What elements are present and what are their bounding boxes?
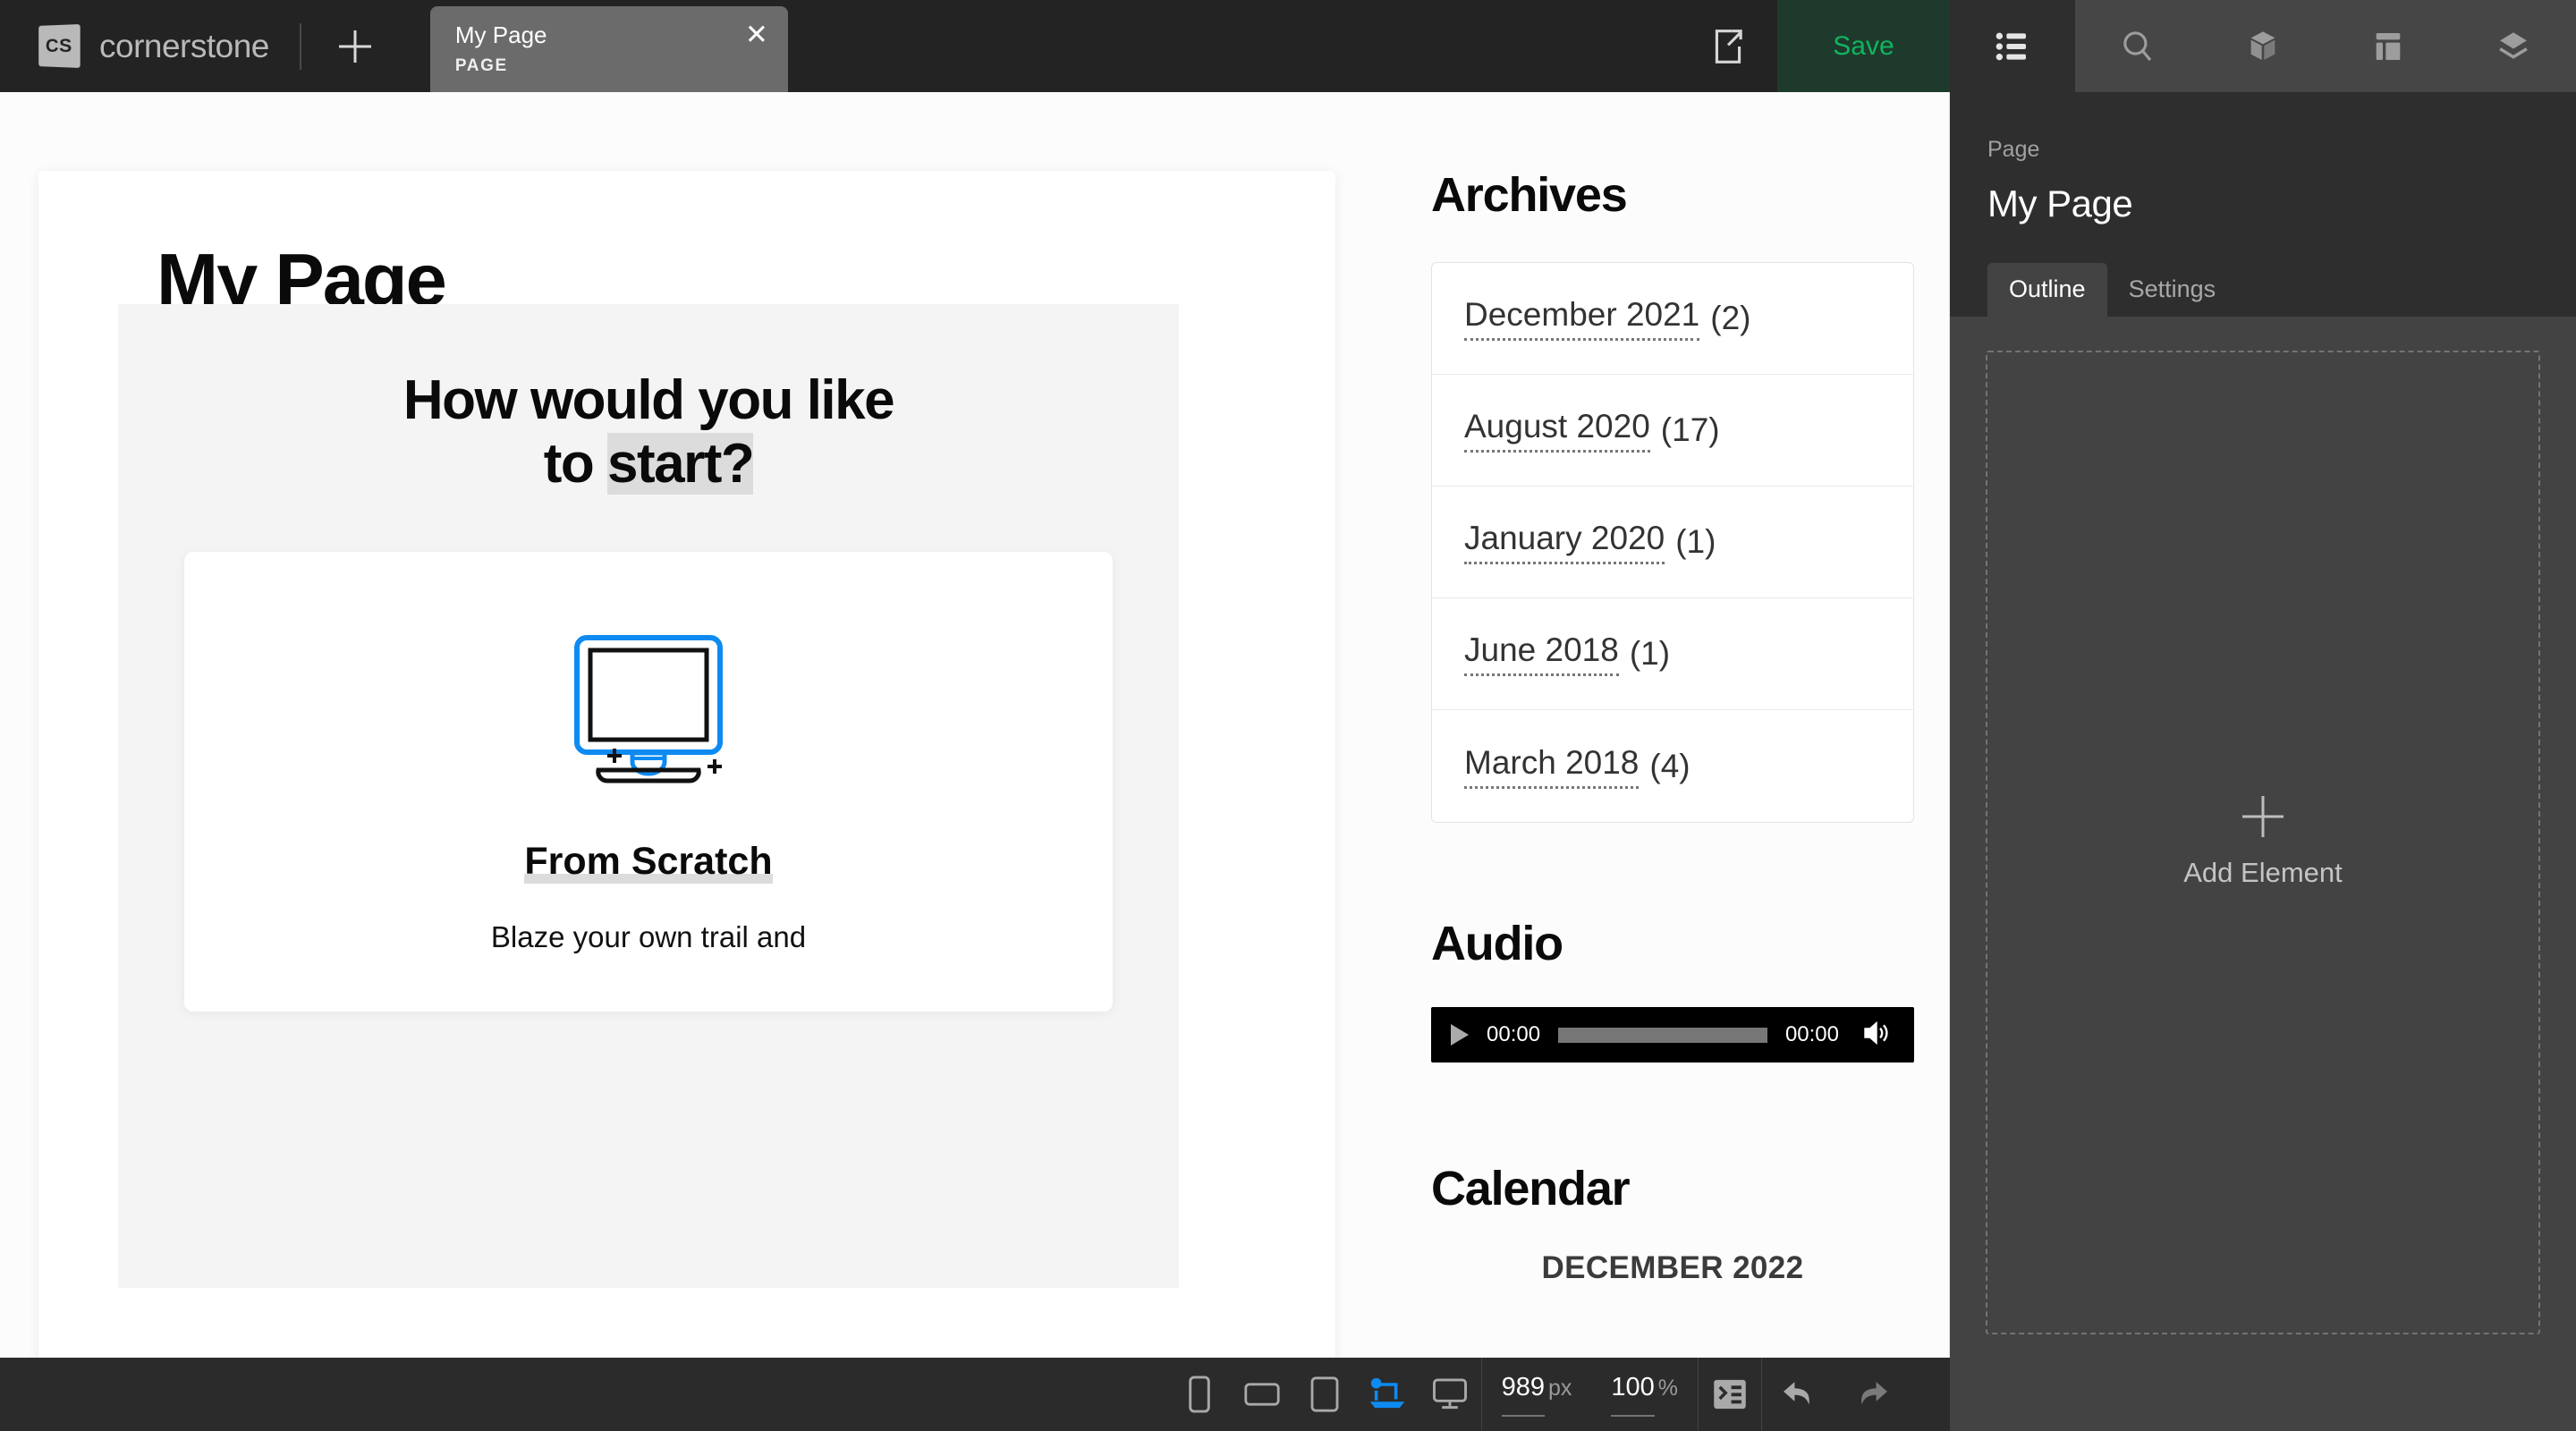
rail-item-search[interactable] (2075, 0, 2200, 92)
audio-progress-track[interactable] (1558, 1027, 1767, 1043)
from-scratch-card[interactable]: From Scratch Blaze your own trail and (184, 551, 1113, 1012)
zoom-value: 100 (1611, 1373, 1655, 1417)
device-laptop-icon[interactable] (1356, 1358, 1419, 1431)
archive-count: (4) (1649, 747, 1690, 784)
zoom-field[interactable]: 100 % (1591, 1373, 1698, 1417)
hero-section: How would you like to start? From Scratc… (118, 304, 1179, 1288)
from-scratch-description: Blaze your own trail and (490, 919, 807, 953)
viewport-controls: 989 px 100 % (1482, 1358, 1698, 1431)
audio-title: Audio (1431, 917, 1563, 970)
archives-list: December 2021 (2) August 2020 (17) Janua… (1431, 262, 1914, 823)
inspector-group (1699, 1358, 1761, 1431)
page-canvas: My Page How would you like to start? Fro… (0, 92, 1950, 1358)
list-item[interactable]: August 2020 (17) (1432, 375, 1913, 487)
audio-player[interactable]: 00:00 00:00 (1431, 1007, 1914, 1063)
viewport-width-field[interactable]: 989 px (1482, 1373, 1592, 1417)
monitor-icon (554, 634, 743, 795)
add-element-label: Add Element (2183, 857, 2343, 888)
calendar-month: DECEMBER 2022 (1541, 1250, 1804, 1285)
hero-question-line1: How would you like (402, 369, 895, 431)
rail-item-elements[interactable] (2200, 0, 2326, 92)
audio-widget: Audio 00:00 00:00 (1431, 919, 1914, 1063)
export-icon[interactable] (1679, 0, 1777, 92)
undo-icon[interactable] (1762, 1358, 1835, 1431)
brand-name: cornerstone (99, 27, 269, 64)
bottom-toolbar: 989 px 100 % (0, 1358, 1950, 1431)
panel-tabs: Outline Settings (1950, 263, 2576, 317)
hero-question-line2a: to (543, 433, 607, 495)
viewport-width-value: 989 (1501, 1373, 1545, 1417)
list-item[interactable]: December 2021 (2) (1432, 263, 1913, 375)
app-root: CS cornerstone My Page PAGE ✕ Save My Pa… (0, 0, 2576, 1431)
hero-question: How would you like to start? (118, 368, 1179, 496)
close-icon[interactable]: ✕ (745, 21, 768, 48)
list-item[interactable]: January 2020 (1) (1432, 487, 1913, 598)
archive-link[interactable]: December 2021 (1464, 296, 1700, 341)
archive-link[interactable]: June 2018 (1464, 631, 1619, 676)
tab-subtitle: PAGE (454, 56, 508, 75)
list-item[interactable]: June 2018 (1) (1432, 598, 1913, 710)
list-item[interactable]: March 2018 (4) (1432, 710, 1913, 822)
audio-duration: 00:00 (1784, 1022, 1839, 1046)
tab-title: My Page (454, 21, 547, 48)
add-element-dropzone[interactable]: Add Element (1986, 351, 2540, 1334)
plus-icon (2242, 796, 2284, 837)
archive-count: (17) (1660, 411, 1720, 448)
archive-link[interactable]: August 2020 (1464, 408, 1650, 453)
play-icon[interactable] (1451, 1024, 1469, 1046)
device-desktop-icon[interactable] (1419, 1358, 1481, 1431)
brand: CS cornerstone (0, 0, 269, 92)
redo-icon[interactable] (1835, 1358, 1909, 1431)
device-phone-landscape-icon[interactable] (1231, 1358, 1293, 1431)
tab-my-page[interactable]: My Page PAGE ✕ (429, 6, 788, 92)
divider (299, 22, 301, 70)
right-icon-rail (1950, 0, 2576, 92)
hero-question-line2b: start? (606, 433, 755, 495)
audio-current-time: 00:00 (1487, 1022, 1541, 1046)
device-tablet-icon[interactable] (1293, 1358, 1356, 1431)
cornerstone-logo-icon: CS (38, 23, 80, 69)
device-switcher (1168, 1358, 1481, 1431)
archives-widget: Archives December 2021 (2) August 2020 (… (1431, 171, 1914, 823)
zoom-unit: % (1657, 1375, 1678, 1401)
archive-link[interactable]: January 2020 (1464, 520, 1665, 564)
rail-item-outline[interactable] (1950, 0, 2075, 92)
inspector-icon[interactable] (1699, 1358, 1761, 1431)
tab-settings[interactable]: Settings (2107, 263, 2238, 317)
archive-link[interactable]: March 2018 (1464, 744, 1640, 789)
top-bar: CS cornerstone My Page PAGE ✕ Save (0, 0, 1950, 92)
archive-count: (1) (1675, 523, 1716, 560)
history-controls (1762, 1358, 1909, 1431)
rail-item-layers[interactable] (2451, 0, 2576, 92)
viewport-width-unit: px (1547, 1375, 1572, 1401)
save-button[interactable]: Save (1777, 0, 1950, 92)
calendar-title: Calendar (1431, 1162, 1631, 1215)
volume-icon[interactable] (1860, 1020, 1894, 1051)
panel-body: Add Element (1950, 317, 2576, 1431)
tab-outline[interactable]: Outline (1987, 263, 2107, 317)
right-panel: Page My Page Outline Settings Add Elemen… (1950, 92, 2576, 1431)
new-tab-plus-icon[interactable] (332, 23, 378, 70)
device-phone-small-icon[interactable] (1168, 1358, 1231, 1431)
archives-title: Archives (1431, 168, 1628, 222)
rail-item-layout[interactable] (2326, 0, 2451, 92)
calendar-widget: Calendar DECEMBER 2022 (1431, 1164, 1914, 1286)
archive-count: (1) (1629, 635, 1671, 672)
widgets-column: Archives December 2021 (2) August 2020 (… (1431, 171, 1914, 1286)
breadcrumb: Page (1987, 137, 2040, 162)
archive-count: (2) (1710, 300, 1751, 336)
from-scratch-title: From Scratch (524, 839, 773, 884)
panel-title: My Page (1987, 182, 2133, 224)
